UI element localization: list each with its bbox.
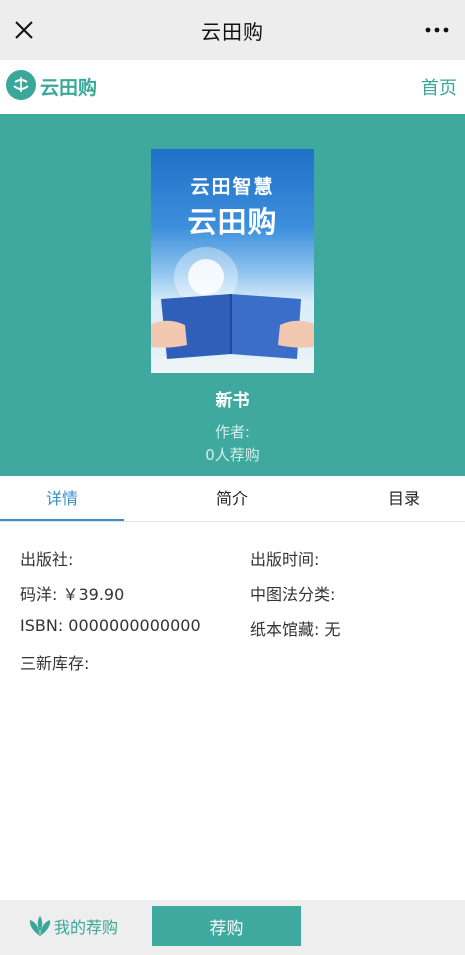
home-link[interactable]: 首页 [421, 74, 457, 100]
tab-details[interactable]: 详情 [0, 476, 124, 522]
window-titlebar: 云田购 [0, 0, 465, 60]
recommend-count: 0人荐购 [205, 446, 260, 464]
isbn: ISBN: 0000000000000 [20, 616, 201, 635]
site-header: 云田购 首页 [0, 60, 465, 114]
tab-contents[interactable]: 目录 [344, 476, 464, 522]
tab-bar: 详情 简介 目录 [0, 476, 465, 522]
cover-line2: 云田购 [187, 205, 278, 239]
logo-icon [6, 70, 36, 100]
stock: 三新库存: [20, 654, 90, 673]
cover-line1: 云田智慧 [190, 176, 275, 198]
recommend-button[interactable]: 荐购 [152, 906, 301, 946]
more-icon[interactable] [423, 20, 451, 40]
book-author: 作者: [214, 423, 251, 441]
active-tab-indicator [0, 519, 124, 521]
my-recommend-button[interactable]: 我的荐购 [26, 912, 118, 940]
clc-category: 中图法分类: [250, 585, 336, 604]
close-icon[interactable] [10, 16, 38, 44]
tab-intro[interactable]: 简介 [172, 476, 292, 522]
logo-text[interactable]: 云田购 [40, 73, 97, 100]
publish-time: 出版时间: [250, 550, 320, 569]
sprout-icon [29, 916, 51, 936]
paper-holding: 纸本馆藏: 无 [250, 620, 341, 639]
price: 码洋: ￥39.90 [20, 585, 125, 604]
book-cover: 云田智慧 云田购 [151, 149, 314, 373]
window-title: 云田购 [201, 19, 264, 44]
book-hero: 云田智慧 云田购 新书 作者: 0人荐购 [0, 114, 465, 476]
my-recommend-label: 我的荐购 [54, 918, 119, 937]
publisher: 出版社: [20, 550, 74, 569]
book-title: 新书 [215, 391, 250, 411]
bottom-bar: 我的荐购 荐购 [0, 900, 465, 955]
